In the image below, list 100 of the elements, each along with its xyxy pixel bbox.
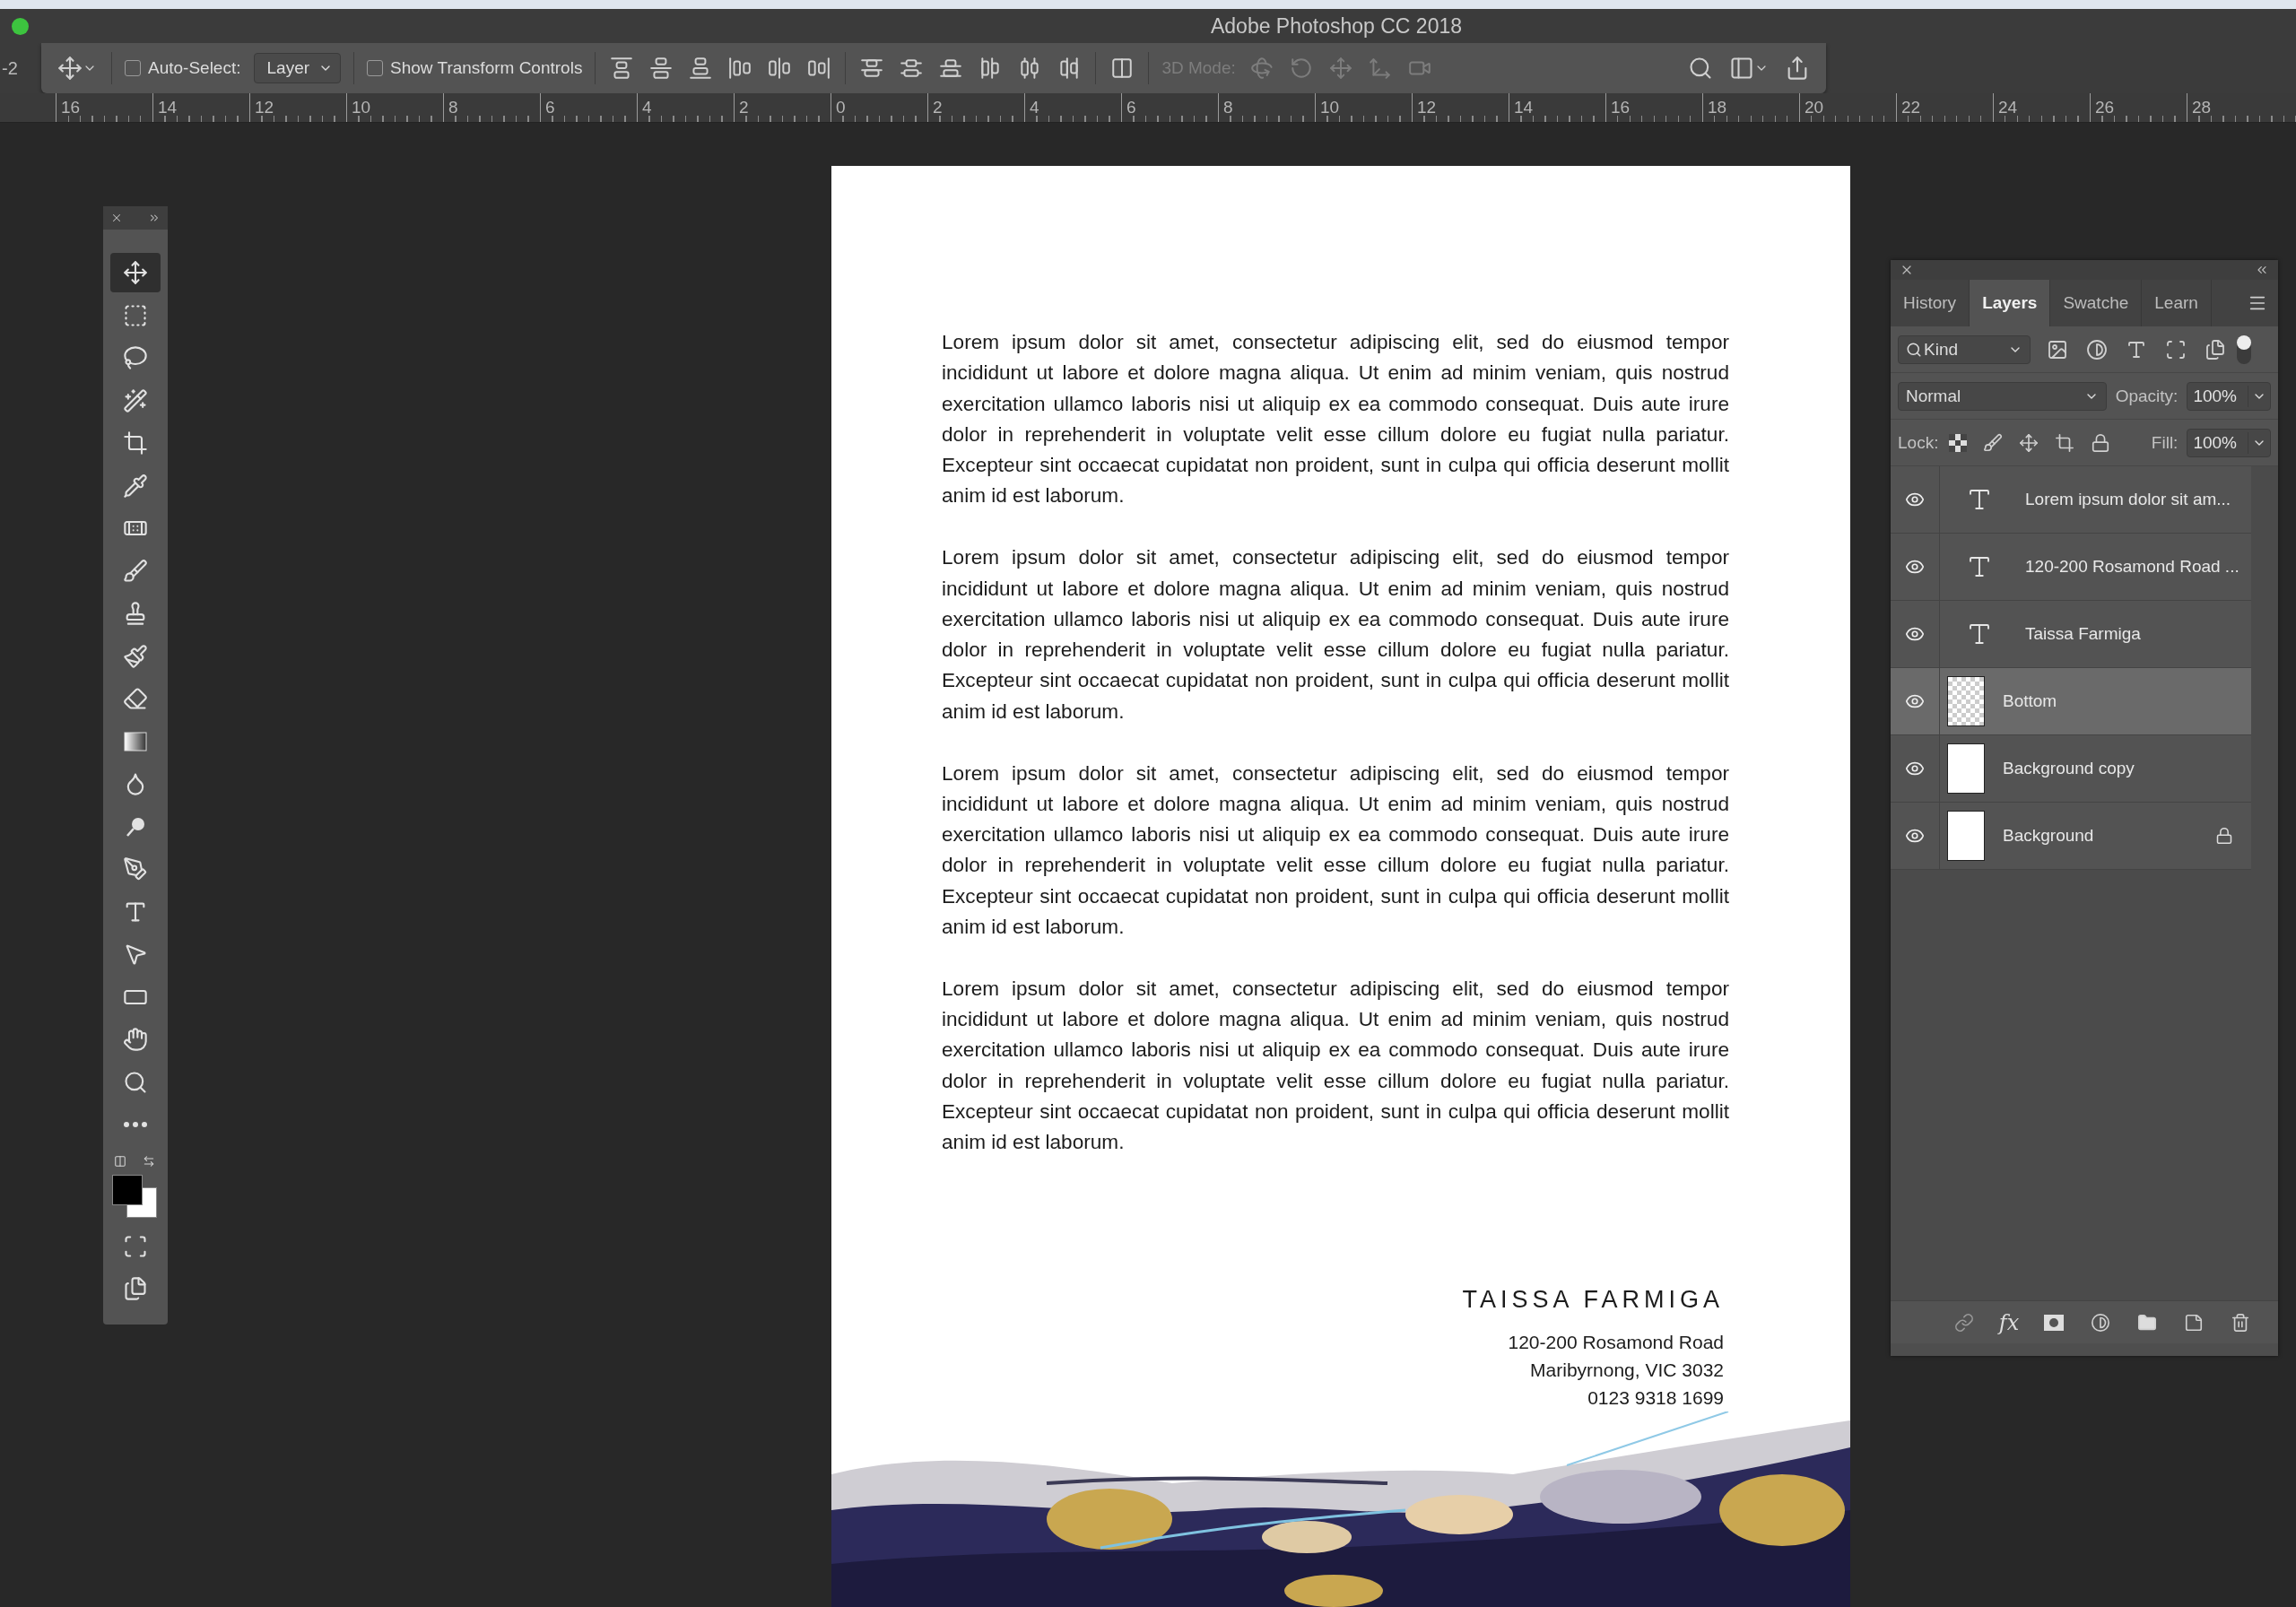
layer-row[interactable]: Bottom [1891,668,2251,735]
ruler-label: 2 [738,97,749,115]
ruler-label: 16 [60,97,81,115]
move-icon [123,260,148,285]
frame-icon [2165,338,2187,360]
lock-label: Lock: [1898,432,1939,453]
panel-resize-grip[interactable] [1891,1343,2278,1356]
ruler-label: 16 [1610,97,1631,115]
distribute-icon [900,56,924,80]
gradient-icon [124,731,147,751]
align-icon [689,56,713,80]
signature-name: TAISSA FARMIGA [1462,1285,1724,1314]
align-icon [649,56,674,80]
brush-icon [1983,432,2004,453]
add-mask-button[interactable] [2042,1312,2066,1333]
hand-icon [123,1027,148,1052]
layer-row[interactable]: Background [1891,803,2251,870]
layer-name: Background copy [2003,759,2135,778]
fill-field[interactable]: 100% [2187,428,2271,457]
layer-name: Taissa Farmiga [2025,624,2142,644]
panel-tab[interactable]: Layers [1970,280,2051,326]
ruler-label: 24 [1997,97,2018,115]
move-icon [2019,432,2039,453]
layer-name: Lorem ipsum dolor sit am... [2025,490,2232,509]
ruler-label: 4 [641,97,652,115]
ruler-label: 26 [2094,97,2115,115]
pan-icon [1328,56,1352,80]
layer-thumbnail [1947,743,1985,794]
filter-toggle[interactable] [2237,334,2251,364]
tool-button[interactable] [110,253,161,292]
swap-icon [143,1154,155,1168]
layer-row[interactable]: 120-200 Rosamond Road ... [1891,534,2251,601]
dodge-icon [125,815,146,838]
checkbox[interactable] [125,60,141,76]
auto-select-dropdown[interactable]: Layer [253,53,342,83]
orbit-icon [1249,56,1274,80]
crop-icon [123,430,148,456]
half-circle-icon [2086,338,2108,360]
align-icon [728,56,752,80]
address-line: Maribyrnong, VIC 3032 [1530,1358,1724,1382]
distribute-icon [939,56,963,80]
crop-icon [2055,432,2075,453]
lock-pixels-button[interactable] [1947,431,1970,454]
search-icon [1688,56,1713,81]
layer-row[interactable]: Lorem ipsum dolor sit am... [1891,466,2251,534]
align-icon [768,56,792,80]
window-zoom-button[interactable] [12,18,29,35]
ruler-label: 28 [2191,97,2212,115]
mask-icon [2044,1314,2065,1331]
ruler-label: -2 [1,56,19,80]
layer-style-button[interactable]: fx [1998,1309,2020,1335]
columns-icon [1110,56,1135,80]
half-circle-icon [2091,1312,2111,1333]
address-line: 120-200 Rosamond Road [1508,1330,1724,1354]
fill-label: Fill: [2151,432,2179,453]
lock-icon [2091,432,2111,453]
lock-icon [2215,827,2233,845]
search-icon [1906,341,1922,358]
expand-icon [148,212,161,224]
move-icon [57,56,83,81]
ruler-label: 10 [1319,97,1340,115]
magic-wand-icon [123,387,148,413]
panel-icon [1729,56,1754,81]
layer-name: Background [2003,826,2095,846]
opacity-label: Opacity: [2115,386,2179,406]
body-paragraph: Lorem ipsum dolor sit amet, consectetur adipiscing elit, sed do eiusmod tempor incididunt ut labore et dolore magna aliqua. Ut enim ad minim veniam, quis nostrud exercitation ullamco laboris nisi ut aliquip ex ea commodo consequat. Duis aute irure dolor in reprehenderit in voluptate velit esse cillum dolore eu fugiat nulla pariatur. Excepteur sint occaecat cupidatat non proident, sunt in culpa qui officia deserunt mollit anim id est laborum. [942,760,1729,941]
ruler-label: 2 [932,97,943,115]
ruler-label: 8 [448,97,458,115]
ruler-label: 12 [1416,97,1437,115]
ruler-label: 6 [544,97,555,115]
history-brush-icon [123,643,148,669]
checker-icon [1949,433,1968,452]
layer-row[interactable]: Taissa Farmiga [1891,601,2251,668]
ruler-label: 14 [157,97,178,115]
color-swatches-icon[interactable] [112,1174,157,1220]
checkbox-label: Auto-Select: [148,58,241,78]
blend-mode-dropdown[interactable]: Normal [1898,381,2107,411]
brush-icon [123,558,148,584]
filter-dropdown[interactable]: Kind [1898,334,2031,364]
pen-icon [123,856,148,882]
ruler-label: 20 [1804,97,1824,115]
layer-name: Bottom [2003,691,2058,711]
distribute-icon [860,56,884,80]
stacked-windows-icon [123,1276,148,1301]
trash-icon [2231,1312,2251,1333]
ruler-label: 18 [1707,97,1727,115]
address-line: 0123 9318 1699 [1587,1385,1724,1410]
lasso-icon [123,345,148,370]
close-icon [110,212,123,224]
opacity-field[interactable]: 100% [2187,381,2271,411]
layer-thumbnail [1947,811,1985,861]
layer-row[interactable]: Background copy [1891,735,2251,803]
zoom-icon [123,1069,148,1095]
slide-icon [1368,56,1392,80]
body-paragraph: Lorem ipsum dolor sit amet, consectetur adipiscing elit, sed do eiusmod tempor incididunt ut labore et dolore magna aliqua. Ut enim ad minim veniam, quis nostrud exercitation ullamco laboris nisi ut aliquip ex ea commodo consequat. Duis aute irure dolor in reprehenderit in voluptate velit esse cillum dolore eu fugiat nulla pariatur. Excepteur sint occaecat cupidatat non proident, sunt in culpa qui officia deserunt mollit anim id est laborum. [942,330,1729,509]
eyedropper-icon [123,473,148,499]
window-title: Adobe Photoshop CC 2018 [1210,13,1462,39]
checkbox[interactable] [367,60,384,76]
page-icon [2184,1312,2205,1333]
pages-icon [2205,338,2226,360]
